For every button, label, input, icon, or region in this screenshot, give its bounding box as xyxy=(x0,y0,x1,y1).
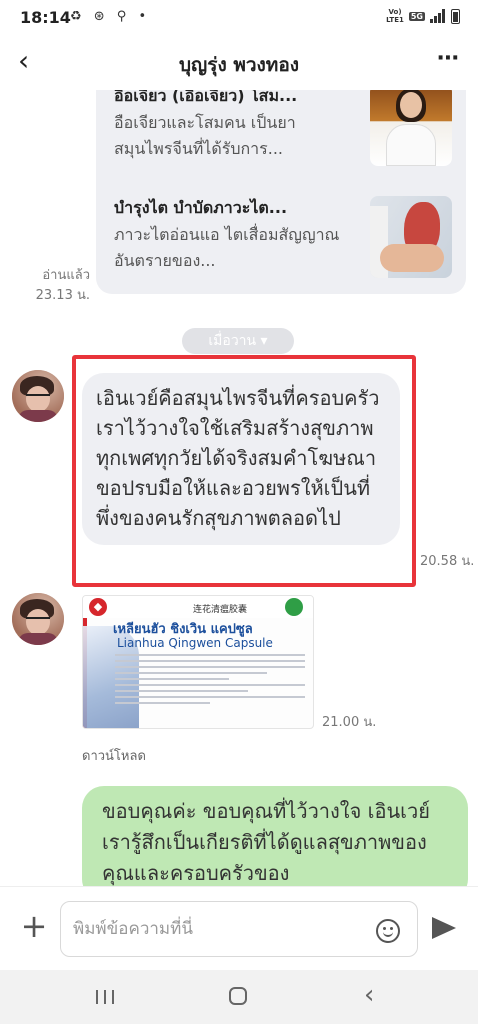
avatar[interactable] xyxy=(12,370,64,422)
recent-apps-icon[interactable] xyxy=(96,990,114,1004)
product-image-message[interactable]: ◆ 连花清瘟胶囊 เหลียนฮัว ชิงเวิน แคปซูล Lianhu… xyxy=(82,595,314,729)
status-right-icons: Vo) LTE1 5G xyxy=(386,8,460,24)
add-attachment-button[interactable]: + xyxy=(20,910,48,942)
message-time: 20.58 น. xyxy=(420,554,475,569)
status-time: 18:14 xyxy=(20,8,71,27)
home-icon[interactable] xyxy=(229,987,247,1005)
brand-logo-icon xyxy=(285,598,303,616)
highlight-annotation-box xyxy=(72,355,416,587)
yiling-logo-icon: ◆ xyxy=(89,598,107,616)
message-input-bar: + xyxy=(0,886,478,970)
link-preview-card[interactable]: อือเจียว (เอือเจียว) โสม... อือเจียวและโ… xyxy=(96,90,466,294)
read-time: 23.13 น. xyxy=(35,288,90,303)
read-status: อ่านแล้ว xyxy=(42,268,90,283)
battery-icon xyxy=(451,8,460,24)
product-english-name: Lianhua Qingwen Capsule xyxy=(117,636,273,650)
chat-header: ‹ บุญรุ่ง พวงทอง ⋯ xyxy=(0,36,478,90)
5g-badge: 5G xyxy=(408,11,425,21)
lte-indicator: Vo) LTE1 xyxy=(386,8,404,24)
link-item[interactable]: อือเจียว (เอือเจียว) โสม... อือเจียวและโ… xyxy=(114,90,454,180)
status-notification-icons: ♻ ⊛ ⚲ • xyxy=(70,9,151,24)
avatar[interactable] xyxy=(12,593,64,645)
status-bar: 18:14 ♻ ⊛ ⚲ • Vo) LTE1 5G xyxy=(0,0,478,36)
link-description: อือเจียวและโสมคน เป็นยาสมุนไพรจีนที่ได้ร… xyxy=(114,113,296,158)
download-link[interactable]: ดาวน์โหลด xyxy=(82,745,146,766)
back-button[interactable]: ‹ xyxy=(18,46,48,76)
nav-back-icon[interactable]: ‹ xyxy=(364,980,374,1010)
message-time: 21.00 น. xyxy=(322,715,377,730)
link-description: ภาวะไตอ่อนแอ ไตเสื่อมสัญญาณอันตรายของ... xyxy=(114,225,340,270)
link-item[interactable]: บำรุงไต บำบัดภาวะไต... ภาวะไตอ่อนแอ ไตเส… xyxy=(114,196,454,292)
signal-icon xyxy=(430,9,446,23)
kidney-thumbnail xyxy=(370,196,452,278)
read-receipt: อ่านแล้ว 23.13 น. xyxy=(20,266,90,306)
outgoing-message-bubble[interactable]: ขอบคุณค่ะ ขอบคุณที่ไว้วางใจ เอินเวย์ เรา… xyxy=(82,786,468,886)
product-fine-print xyxy=(115,654,305,708)
system-nav-bar: ‹ xyxy=(0,970,478,1024)
message-input[interactable] xyxy=(60,901,418,957)
product-chinese-name: 连花清瘟胶囊 xyxy=(193,605,248,615)
emoji-icon[interactable] xyxy=(376,919,400,943)
link-title: บำรุงไต บำบัดภาวะไต... xyxy=(114,198,288,217)
woman-presenter-thumbnail xyxy=(370,90,452,166)
link-title: อือเจียว (เอือเจียว) โสม... xyxy=(114,90,298,105)
send-icon[interactable] xyxy=(432,917,456,939)
more-options-button[interactable]: ⋯ xyxy=(437,46,460,71)
chat-area[interactable]: อือเจียว (เอือเจียว) โสม... อือเจียวและโ… xyxy=(0,90,478,886)
date-separator[interactable]: เมื่อวาน ▾ xyxy=(182,328,294,354)
contact-name: บุญรุ่ง พวงทอง xyxy=(178,54,300,76)
